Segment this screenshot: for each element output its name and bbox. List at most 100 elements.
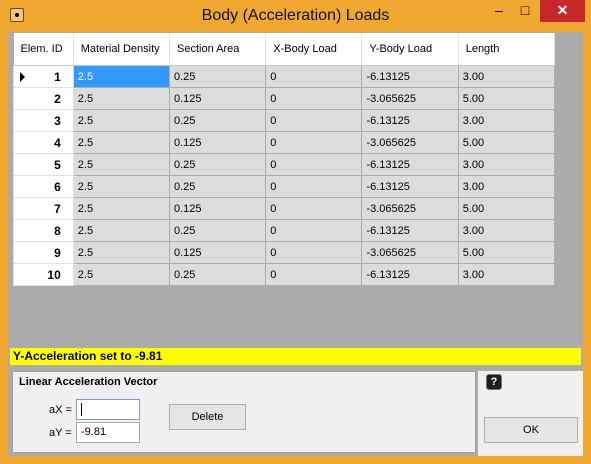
cell-x-body-load[interactable]: 0 [265,241,363,264]
cell-y-body-load[interactable]: -3.065625 [361,131,459,154]
cell-x-body-load[interactable]: 0 [265,131,363,154]
cell-length[interactable]: 3.00 [457,219,556,242]
cell-length[interactable]: 3.00 [457,109,556,132]
delete-button[interactable]: Delete [169,404,246,430]
elem-id-value: 1 [54,69,61,84]
cell-x-body-load[interactable]: 0 [265,219,363,242]
table-row[interactable]: 3 2.5 0.25 0 -6.13125 3.00 [13,109,556,132]
table-row[interactable]: 9 2.5 0.125 0 -3.065625 5.00 [13,241,556,264]
client-area: Elem. ID Material Density Section Area X… [8,32,583,456]
cell-section-area[interactable]: 0.125 [168,197,267,220]
close-button[interactable]: ✕ [540,0,585,22]
ax-label: aX = [49,404,72,416]
table-row[interactable]: 6 2.5 0.25 0 -6.13125 3.00 [13,175,556,198]
table-row[interactable]: 4 2.5 0.125 0 -3.065625 5.00 [13,131,556,154]
elem-id-value: 7 [54,201,61,216]
status-bar: Y-Acceleration set to -9.81 [10,348,581,365]
cell-material-density[interactable]: 2.5 [72,241,171,264]
table-row[interactable]: 5 2.5 0.25 0 -6.13125 3.00 [13,153,556,176]
right-panel: OK [478,371,583,456]
cell-material-density[interactable]: 2.5 [72,109,171,132]
row-header-elem-id[interactable]: 1 [13,65,74,88]
cell-x-body-load[interactable]: 0 [265,175,363,198]
cell-section-area[interactable]: 0.125 [168,241,267,264]
cell-x-body-load[interactable]: 0 [265,87,363,110]
row-header-elem-id[interactable]: 2 [13,87,74,110]
cell-material-density[interactable]: 2.5 [72,175,171,198]
column-header-length[interactable]: Length [458,33,556,66]
cell-length[interactable]: 3.00 [457,175,556,198]
elem-id-value: 4 [54,135,61,150]
table-row[interactable]: 10 2.5 0.25 0 -6.13125 3.00 [13,263,556,286]
cell-y-body-load[interactable]: -6.13125 [361,263,459,286]
help-icon[interactable] [486,374,502,390]
column-header-section-area[interactable]: Section Area [169,33,267,66]
cell-material-density[interactable]: 2.5 [72,87,171,110]
cell-y-body-load[interactable]: -3.065625 [361,197,459,220]
cell-length[interactable]: 5.00 [457,131,556,154]
table-row[interactable]: 7 2.5 0.125 0 -3.065625 5.00 [13,197,556,220]
cell-length[interactable]: 3.00 [457,153,556,176]
cell-length[interactable]: 5.00 [457,87,556,110]
maximize-button[interactable]: □ [512,0,538,22]
elem-id-value: 10 [47,267,61,282]
minimize-button[interactable]: – [486,0,512,22]
ax-input[interactable] [76,399,140,420]
elem-id-value: 2 [54,91,61,106]
cell-material-density[interactable]: 2.5 [72,197,171,220]
row-header-elem-id[interactable]: 9 [13,241,74,264]
cell-section-area[interactable]: 0.25 [168,65,267,88]
elem-id-value: 6 [54,179,61,194]
row-header-elem-id[interactable]: 3 [13,109,74,132]
row-header-elem-id[interactable]: 4 [13,131,74,154]
group-title: Linear Acceleration Vector [19,376,158,388]
cell-x-body-load[interactable]: 0 [265,153,363,176]
ok-button[interactable]: OK [484,417,578,443]
cell-section-area[interactable]: 0.25 [168,219,267,242]
ay-input[interactable]: -9.81 [76,422,140,443]
elem-id-value: 9 [54,245,61,260]
row-header-elem-id[interactable]: 10 [13,263,74,286]
linear-acceleration-group: Linear Acceleration Vector aX = aY = -9.… [12,371,476,453]
cell-x-body-load[interactable]: 0 [265,65,363,88]
column-header-material-density[interactable]: Material Density [73,33,171,66]
row-header-elem-id[interactable]: 6 [13,175,74,198]
column-header-y-body-load[interactable]: Y-Body Load [361,33,459,66]
cell-material-density[interactable]: 2.5 [72,65,171,88]
cell-y-body-load[interactable]: -6.13125 [361,219,459,242]
cell-y-body-load[interactable]: -6.13125 [361,109,459,132]
column-header-elem-id[interactable]: Elem. ID [13,33,74,66]
cell-length[interactable]: 3.00 [457,65,556,88]
title-bar[interactable]: Body (Acceleration) Loads – □ ✕ [0,0,591,32]
cell-material-density[interactable]: 2.5 [72,219,171,242]
cell-section-area[interactable]: 0.25 [168,109,267,132]
cell-material-density[interactable]: 2.5 [72,131,171,154]
cell-x-body-load[interactable]: 0 [265,197,363,220]
cell-material-density[interactable]: 2.5 [72,153,171,176]
elem-id-value: 5 [54,157,61,172]
row-header-elem-id[interactable]: 8 [13,219,74,242]
table-row[interactable]: 8 2.5 0.25 0 -6.13125 3.00 [13,219,556,242]
cell-y-body-load[interactable]: -6.13125 [361,153,459,176]
cell-y-body-load[interactable]: -3.065625 [361,87,459,110]
cell-material-density[interactable]: 2.5 [72,263,171,286]
column-header-x-body-load[interactable]: X-Body Load [265,33,363,66]
row-header-elem-id[interactable]: 7 [13,197,74,220]
cell-x-body-load[interactable]: 0 [265,263,363,286]
cell-x-body-load[interactable]: 0 [265,109,363,132]
cell-section-area[interactable]: 0.25 [168,153,267,176]
cell-section-area[interactable]: 0.25 [168,263,267,286]
body-loads-grid[interactable]: Elem. ID Material Density Section Area X… [13,33,556,286]
cell-section-area[interactable]: 0.125 [168,131,267,154]
cell-section-area[interactable]: 0.125 [168,87,267,110]
cell-y-body-load[interactable]: -6.13125 [361,175,459,198]
cell-length[interactable]: 3.00 [457,263,556,286]
table-row[interactable]: 1 2.5 0.25 0 -6.13125 3.00 [13,65,556,88]
cell-length[interactable]: 5.00 [457,241,556,264]
cell-section-area[interactable]: 0.25 [168,175,267,198]
row-header-elem-id[interactable]: 5 [13,153,74,176]
cell-y-body-load[interactable]: -3.065625 [361,241,459,264]
table-row[interactable]: 2 2.5 0.125 0 -3.065625 5.00 [13,87,556,110]
cell-y-body-load[interactable]: -6.13125 [361,65,459,88]
cell-length[interactable]: 5.00 [457,197,556,220]
